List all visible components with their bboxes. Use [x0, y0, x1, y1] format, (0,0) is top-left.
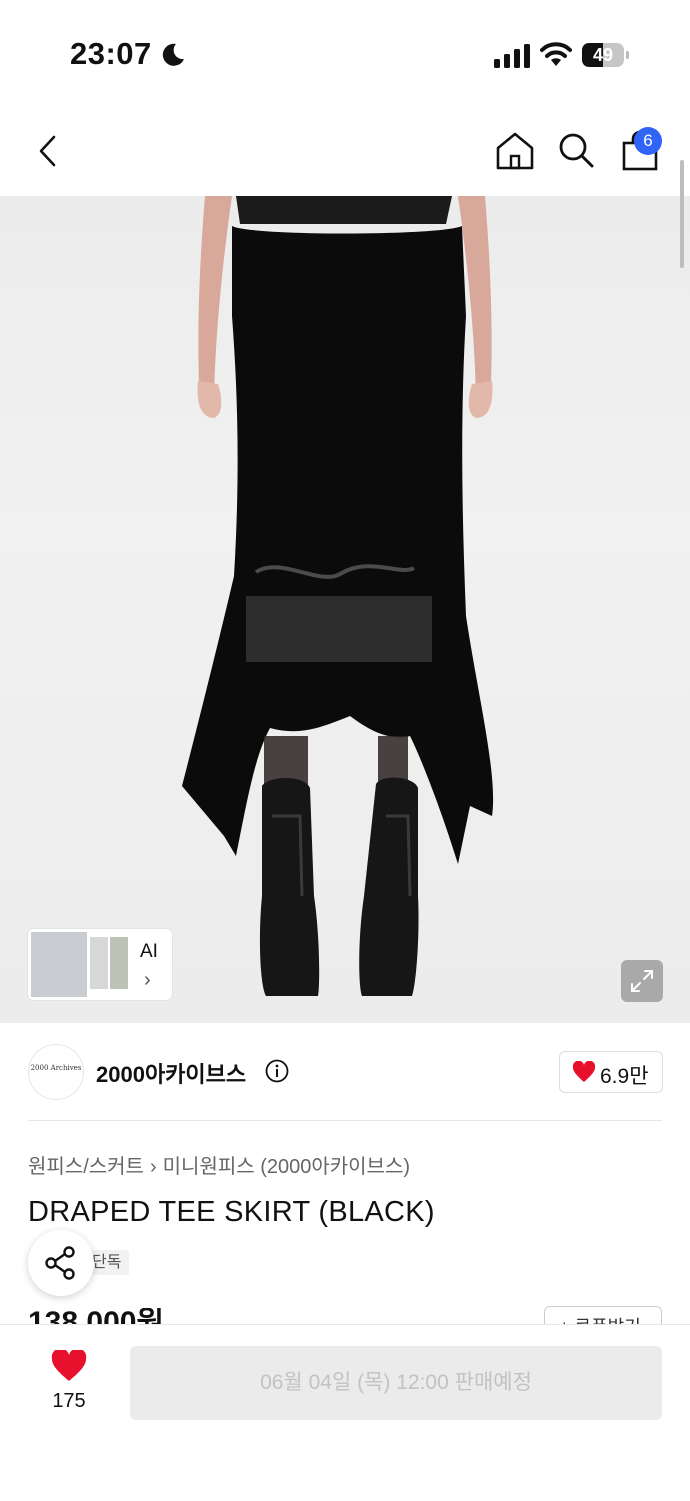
breadcrumb-category[interactable]: 원피스/스커트: [28, 1156, 144, 1178]
back-icon[interactable]: [34, 132, 64, 170]
info-icon[interactable]: [265, 1059, 289, 1083]
like-count: 175: [52, 1390, 86, 1412]
heart-icon: [572, 1061, 596, 1082]
brand-name[interactable]: 2000아카이브스: [96, 1057, 246, 1089]
thumbnail-image[interactable]: [31, 932, 87, 997]
product-photo: [182, 196, 494, 996]
brand-like-count: 6.9만: [600, 1065, 649, 1088]
thumbnail-image[interactable]: [90, 937, 108, 989]
battery-cap: [626, 51, 629, 59]
brand-like-button[interactable]: 6.9만: [559, 1051, 663, 1093]
search-icon[interactable]: [556, 130, 596, 170]
battery-icon: 49: [582, 43, 630, 67]
cart-count-badge: 6: [634, 127, 662, 155]
heart-icon[interactable]: [51, 1350, 87, 1382]
ai-similar-thumbnails[interactable]: AI ›: [28, 929, 172, 1000]
moon-icon: [162, 43, 184, 66]
product-image[interactable]: [0, 196, 690, 1023]
divider: [28, 1120, 662, 1121]
status-time: 23:07: [70, 36, 152, 71]
battery-level: 49: [592, 45, 614, 65]
ai-label: AI: [140, 941, 158, 962]
brand-logo[interactable]: 2000 Archives: [28, 1044, 84, 1100]
share-icon[interactable]: [28, 1230, 94, 1296]
signal-icon: [494, 44, 530, 68]
brand-logo-text: 2000 Archives: [30, 1064, 82, 1072]
chevron-right-icon: ›: [149, 1156, 157, 1178]
thumbnail-image[interactable]: [110, 937, 128, 989]
product-title: DRAPED TEE SKIRT (BLACK): [28, 1196, 435, 1228]
breadcrumb-subcategory[interactable]: 미니원피스 (2000아카이브스): [163, 1156, 410, 1178]
breadcrumb: 원피스/스커트 › 미니원피스 (2000아카이브스): [28, 1150, 410, 1179]
buy-button[interactable]: 06월 04일 (목) 12:00 판매예정: [130, 1346, 662, 1420]
expand-icon[interactable]: [621, 960, 663, 1002]
page-scrollbar[interactable]: [680, 160, 684, 268]
wifi-icon: [540, 42, 572, 66]
chevron-right-icon: ›: [144, 969, 151, 991]
home-icon[interactable]: [494, 130, 536, 172]
